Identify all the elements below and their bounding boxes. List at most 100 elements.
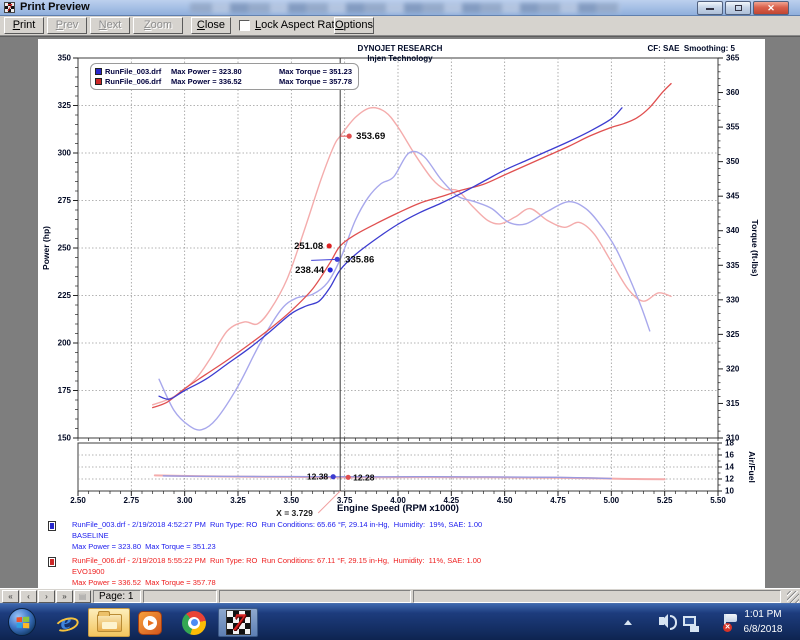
run-swatch-blue <box>48 521 56 531</box>
winpep7-icon: 7 <box>226 610 251 635</box>
svg-text:3.50: 3.50 <box>284 496 300 505</box>
print-button[interactable]: Print <box>4 17 44 34</box>
svg-text:5.25: 5.25 <box>657 496 673 505</box>
hidden-icons-arrow-icon[interactable] <box>624 620 632 625</box>
taskbar-clock[interactable]: 1:01 PM 6/8/2018 <box>734 607 792 637</box>
legend-swatch-blue <box>95 68 102 75</box>
taskbar-item-media-player[interactable] <box>134 608 166 637</box>
svg-text:250: 250 <box>58 244 72 253</box>
speaker-icon[interactable] <box>659 617 664 625</box>
lock-aspect-ratio-label: Lock Aspect Ratio <box>255 19 343 31</box>
svg-text:275: 275 <box>58 196 72 205</box>
svg-text:315: 315 <box>726 399 740 408</box>
clock-date: 6/8/2018 <box>734 622 792 637</box>
svg-text:12.38: 12.38 <box>307 472 329 482</box>
window-title: Print Preview <box>20 1 90 13</box>
svg-text:Power (hp): Power (hp) <box>41 226 51 270</box>
gridlines <box>78 58 718 491</box>
windows-logo-icon <box>17 617 30 629</box>
chart-subtitle: Injen Technology <box>300 54 500 63</box>
svg-text:2.50: 2.50 <box>70 496 86 505</box>
svg-text:18: 18 <box>725 439 734 448</box>
next-button[interactable]: Next <box>90 17 130 34</box>
svg-text:3.00: 3.00 <box>177 496 193 505</box>
print-preview-area: 2.502.753.003.253.503.754.004.254.504.75… <box>0 36 800 588</box>
svg-text:5.00: 5.00 <box>604 496 620 505</box>
lock-aspect-ratio-checkbox[interactable] <box>239 20 250 31</box>
action-center-alert-badge: ✕ <box>723 623 732 632</box>
legend-row-baseline: RunFile_003.drf Max Power = 323.80 Max T… <box>95 66 352 76</box>
legend-swatch-red <box>95 78 102 85</box>
next-page-button[interactable]: › <box>38 590 55 603</box>
legend-row-evo1900: RunFile_006.drf Max Power = 336.52 Max T… <box>95 76 352 86</box>
svg-text:350: 350 <box>58 54 72 63</box>
options-button[interactable]: Options <box>334 17 374 34</box>
svg-text:360: 360 <box>726 88 740 97</box>
close-window-button[interactable]: ✕ <box>753 1 789 15</box>
restore-button[interactable] <box>725 1 751 15</box>
clock-time: 1:01 PM <box>734 607 792 622</box>
minimize-button[interactable] <box>697 1 723 15</box>
svg-text:X = 3.729: X = 3.729 <box>276 508 313 518</box>
svg-text:10: 10 <box>725 487 734 496</box>
svg-text:2.75: 2.75 <box>124 496 140 505</box>
taskbar: e 7 ✕ 1:01 PM 6/8/2018 <box>0 603 800 640</box>
svg-text:Engine Speed (RPM x1000): Engine Speed (RPM x1000) <box>337 503 459 514</box>
svg-text:320: 320 <box>726 364 740 373</box>
prev-page-button[interactable]: ‹ <box>20 590 37 603</box>
resize-grip[interactable] <box>787 591 799 603</box>
preview-page: 2.502.753.003.253.503.754.004.254.504.75… <box>38 39 765 589</box>
svg-text:16: 16 <box>725 451 734 460</box>
taskbar-item-windows-explorer[interactable] <box>88 608 130 637</box>
svg-text:200: 200 <box>58 339 72 348</box>
close-button[interactable]: Close <box>191 17 231 34</box>
chart-correction-label: CF: SAE Smoothing: 5 <box>647 44 735 53</box>
taskbar-item-internet-explorer[interactable]: e <box>50 608 82 637</box>
svg-text:238.44: 238.44 <box>295 265 325 276</box>
screen: 7 Print Preview ✕ Print Prev Next Zoom O… <box>0 0 800 640</box>
svg-text:3.25: 3.25 <box>230 496 246 505</box>
titlebar: 7 Print Preview ✕ <box>0 0 800 16</box>
taskbar-item-winpep7[interactable]: 7 <box>218 608 258 637</box>
prev-button[interactable]: Prev <box>47 17 87 34</box>
folder-icon <box>97 614 122 632</box>
dyno-chart: 2.502.753.003.253.503.754.004.254.504.75… <box>38 39 765 589</box>
toolbar: Print Prev Next Zoom Out Close Lock Aspe… <box>0 16 800 36</box>
svg-text:12: 12 <box>725 475 734 484</box>
internet-explorer-icon: e <box>53 610 79 636</box>
svg-text:345: 345 <box>726 192 740 201</box>
app-icon: 7 <box>4 2 15 13</box>
run-swatch-red <box>48 557 56 567</box>
svg-text:5.50: 5.50 <box>710 496 726 505</box>
svg-text:365: 365 <box>726 54 740 63</box>
taskbar-item-chrome[interactable] <box>178 608 210 637</box>
status-panel <box>219 590 411 603</box>
first-page-button[interactable]: « <box>2 590 19 603</box>
svg-text:353.69: 353.69 <box>356 131 385 142</box>
svg-text:350: 350 <box>726 157 740 166</box>
svg-text:355: 355 <box>726 123 740 132</box>
svg-text:14: 14 <box>725 463 734 472</box>
start-button[interactable] <box>8 608 36 636</box>
svg-text:325: 325 <box>726 330 740 339</box>
statusbar: « ‹ › » ▤ Page: 1 <box>0 588 800 603</box>
network-icon[interactable] <box>683 616 696 626</box>
chart-legend: RunFile_003.drf Max Power = 323.80 Max T… <box>90 63 359 90</box>
zoom-out-button[interactable]: Zoom Out <box>133 17 183 34</box>
svg-text:Air/Fuel: Air/Fuel <box>747 451 757 483</box>
last-page-button[interactable]: » <box>56 590 73 603</box>
svg-text:12.28: 12.28 <box>353 472 375 482</box>
svg-text:325: 325 <box>58 101 72 110</box>
svg-text:175: 175 <box>58 386 72 395</box>
status-panel <box>413 590 781 603</box>
svg-text:Torque (ft-lbs): Torque (ft-lbs) <box>750 220 760 277</box>
svg-text:4.75: 4.75 <box>550 496 566 505</box>
titlebar-redacted-text <box>190 3 620 13</box>
chart-company-title: DYNOJET RESEARCH <box>300 44 500 53</box>
status-panel <box>143 590 217 603</box>
page-number-panel: Page: 1 <box>93 590 141 603</box>
chrome-icon <box>182 611 206 635</box>
svg-text:340: 340 <box>726 226 740 235</box>
svg-text:335: 335 <box>726 261 740 270</box>
page-setup-button[interactable]: ▤ <box>74 590 91 603</box>
